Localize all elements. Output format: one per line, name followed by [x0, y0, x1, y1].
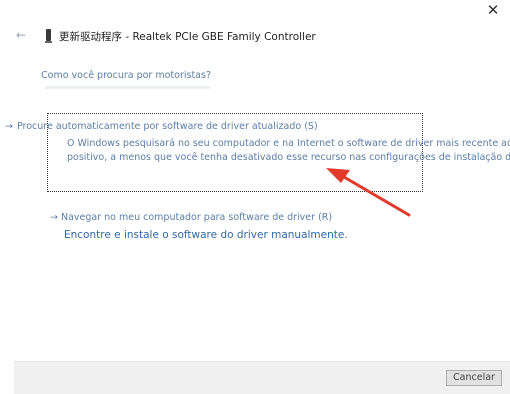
auto-search-title[interactable]: → Procure automaticamente por software de…: [5, 121, 318, 132]
dialog-footer: [14, 361, 510, 394]
browse-computer-title: → Navegar no meu computador para softwar…: [50, 212, 333, 223]
cancel-button[interactable]: Cancelar: [446, 370, 502, 386]
arrow-right-icon: →: [5, 121, 13, 132]
auto-search-label: Procure automaticamente por software de …: [16, 121, 318, 132]
window-title: 更新驱动程序 - Realtek PCIe GBE Family Control…: [59, 31, 316, 43]
auto-search-description-line-1: O Windows pesquisará no seu computador e…: [67, 138, 510, 149]
network-adapter-icon: [45, 29, 52, 43]
update-driver-window: ✕ ← 更新驱动程序 - Realtek PCIe GBE Family Con…: [0, 0, 510, 394]
auto-search-description: O Windows pesquisará no seu computador e…: [67, 137, 510, 165]
page-heading: Como você procura por motoristas?: [41, 70, 211, 81]
auto-search-description-line-2: positivo, a menos que você tenha desativ…: [67, 152, 510, 163]
close-icon[interactable]: ✕: [484, 1, 502, 19]
browse-computer-option[interactable]: → Navegar no meu computador para softwar…: [48, 212, 348, 246]
browse-computer-description: Encontre e instale o software do driver …: [64, 229, 348, 241]
red-annotation-arrow-icon: [326, 168, 411, 217]
back-arrow-icon[interactable]: ←: [16, 28, 30, 42]
heading-underline: [45, 86, 210, 89]
